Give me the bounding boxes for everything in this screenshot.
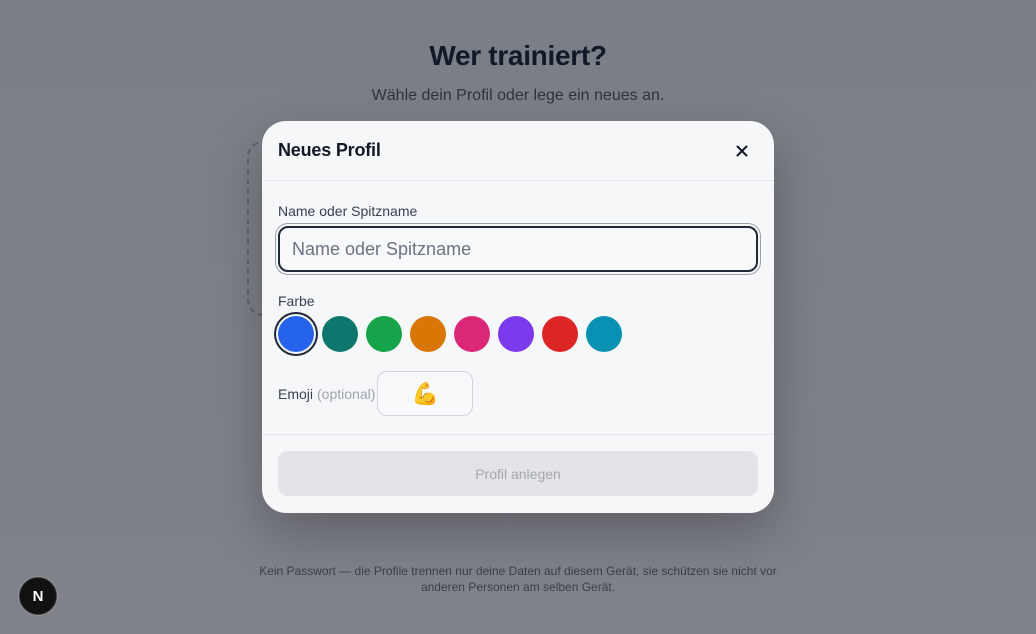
page-title: Wer trainiert? (429, 40, 607, 71)
emoji-section: Emoji (optional) 💪 (278, 371, 758, 416)
color-swatch-blue[interactable] (278, 316, 314, 352)
name-input[interactable] (278, 226, 758, 272)
color-swatch-teal[interactable] (322, 316, 358, 352)
color-section: Farbe (278, 293, 758, 352)
dialog-header: Neues Profil (262, 121, 774, 181)
privacy-note: Kein Passwort — die Profile trennen nur … (259, 564, 777, 594)
create-profile-button[interactable]: Profil anlegen (278, 451, 758, 496)
new-profile-dialog: Neues Profil Name oder Spitzname Farbe E… (262, 121, 774, 513)
emoji-input[interactable]: 💪 (377, 371, 474, 416)
dialog-title: Neues Profil (278, 140, 381, 160)
close-icon (736, 145, 748, 156)
color-swatch-orange[interactable] (410, 316, 446, 352)
color-swatches (278, 316, 758, 352)
color-swatch-cyan[interactable] (586, 316, 622, 352)
next-dev-badge[interactable]: N (19, 577, 57, 615)
color-swatch-purple[interactable] (498, 316, 534, 352)
name-label: Name oder Spitzname (278, 203, 418, 219)
emoji-optional-hint: (optional) (317, 385, 376, 402)
color-label: Farbe (278, 293, 315, 309)
dialog-footer: Profil anlegen (262, 435, 774, 512)
close-button[interactable] (726, 135, 758, 167)
color-swatch-pink[interactable] (454, 316, 490, 352)
color-swatch-red[interactable] (542, 316, 578, 352)
color-swatch-green[interactable] (366, 316, 402, 352)
page-subtitle: Wähle dein Profil oder lege ein neues an… (371, 87, 665, 104)
dialog-body: Name oder Spitzname Farbe Emoji (optiona… (262, 181, 774, 435)
emoji-label: Emoji (278, 385, 314, 402)
